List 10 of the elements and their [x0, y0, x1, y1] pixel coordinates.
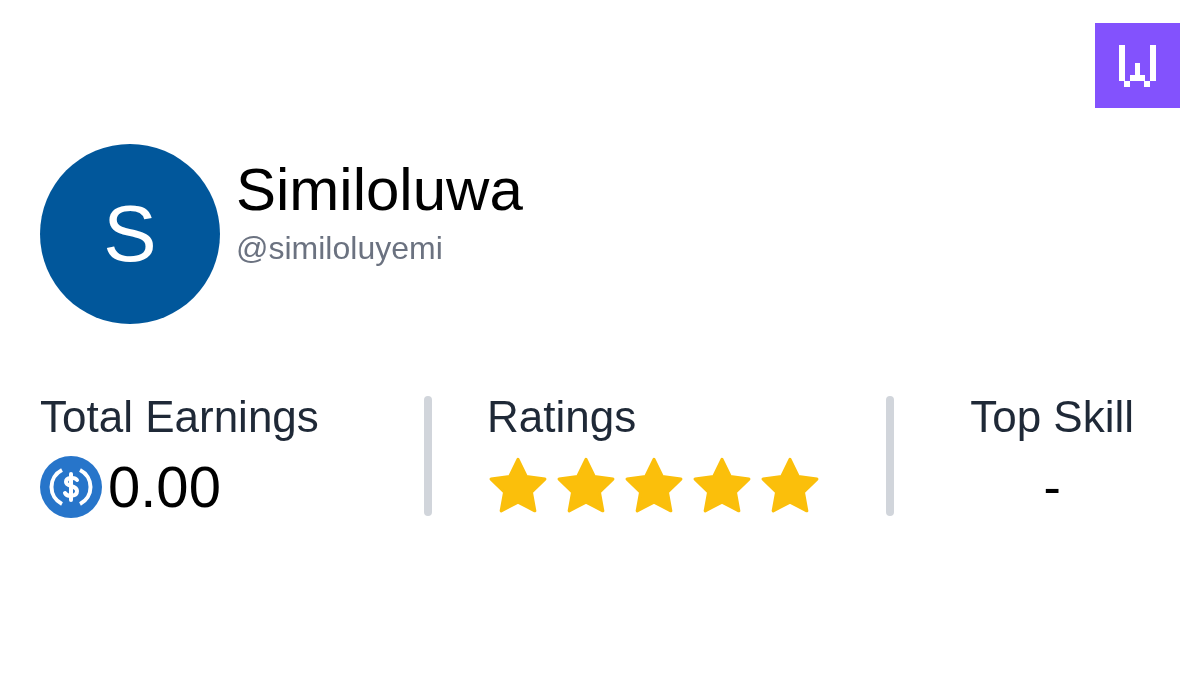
- profile-name: Similoluwa: [236, 155, 523, 225]
- avatar-initial: S: [103, 194, 157, 274]
- earnings-value: 0.00: [108, 454, 221, 520]
- profile-handle: @similoluyemi: [236, 229, 444, 268]
- stat-label: Total Earnings: [40, 391, 320, 443]
- logo-icon: [1095, 23, 1180, 108]
- top-skill-value: -: [1043, 457, 1061, 518]
- dollar-coin-icon: [40, 456, 102, 518]
- stat-label: Top Skill: [970, 391, 1134, 443]
- stat-label: Ratings: [487, 391, 638, 443]
